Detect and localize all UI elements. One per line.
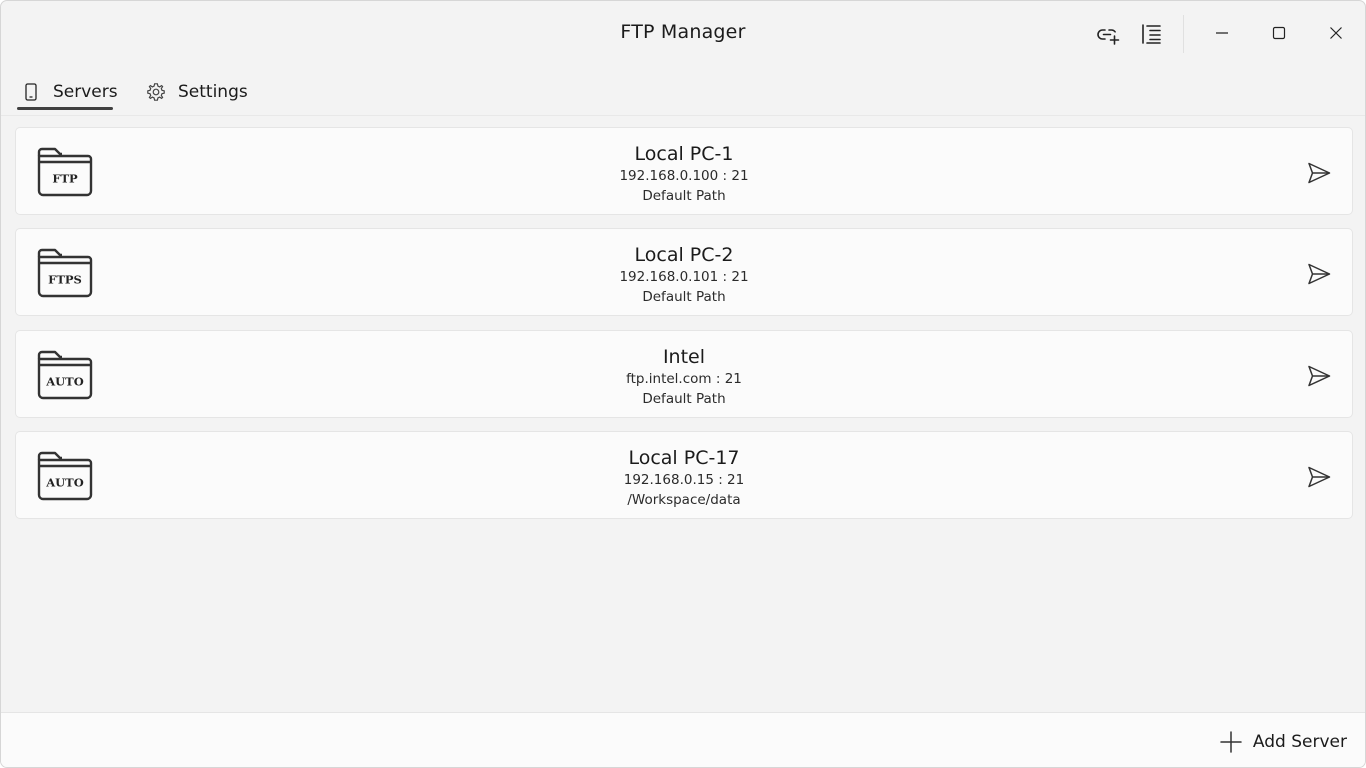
server-info: Local PC-2 192.168.0.101 : 21 Default Pa…: [16, 243, 1352, 307]
tab-settings[interactable]: Settings: [146, 75, 248, 109]
tab-bar: Servers Settings: [1, 67, 1365, 115]
server-info: Local PC-1 192.168.0.100 : 21 Default Pa…: [16, 142, 1352, 206]
server-path: Default Path: [642, 391, 726, 407]
tab-servers[interactable]: Servers: [21, 75, 118, 109]
server-card[interactable]: FTP Local PC-1 192.168.0.100 : 21 Defaul…: [15, 127, 1353, 215]
plus-icon: [1219, 730, 1243, 754]
server-name: Local PC-17: [628, 447, 740, 469]
app-window: FTP Manager Servers Settings FTP Local P…: [0, 0, 1366, 768]
server-path: Default Path: [642, 289, 726, 305]
server-name: Intel: [662, 346, 706, 368]
list-icon[interactable]: [1136, 19, 1166, 49]
tab-servers-label: Servers: [53, 82, 118, 102]
link-add-icon[interactable]: [1093, 19, 1123, 49]
title-bar[interactable]: FTP Manager: [1, 1, 1365, 67]
toolbar-separator: [1183, 15, 1184, 53]
add-server-label: Add Server: [1252, 732, 1347, 752]
send-icon[interactable]: [1304, 462, 1334, 492]
server-path: /Workspace/data: [627, 492, 741, 508]
phone-icon: [21, 82, 41, 102]
tab-settings-label: Settings: [178, 82, 248, 102]
close-icon: [1330, 27, 1342, 39]
tab-selection-indicator: [17, 107, 113, 110]
content-divider: [1, 115, 1365, 116]
server-name: Local PC-2: [634, 244, 734, 266]
minimize-icon: [1216, 32, 1228, 34]
server-card[interactable]: FTPS Local PC-2 192.168.0.101 : 21 Defau…: [15, 228, 1353, 316]
maximize-button[interactable]: [1256, 11, 1302, 55]
server-name: Local PC-1: [634, 143, 734, 165]
send-icon[interactable]: [1304, 259, 1334, 289]
maximize-icon: [1272, 26, 1286, 40]
server-address: 192.168.0.101 : 21: [619, 269, 749, 285]
server-address: 192.168.0.100 : 21: [619, 168, 749, 184]
server-card[interactable]: AUTO Intel ftp.intel.com : 21 Default Pa…: [15, 330, 1353, 418]
send-icon[interactable]: [1304, 158, 1334, 188]
server-card[interactable]: AUTO Local PC-17 192.168.0.15 : 21 /Work…: [15, 431, 1353, 519]
server-info: Intel ftp.intel.com : 21 Default Path: [16, 345, 1352, 409]
send-icon[interactable]: [1304, 361, 1334, 391]
server-address: 192.168.0.15 : 21: [623, 472, 745, 488]
footer-bar: Add Server: [1, 712, 1365, 767]
minimize-button[interactable]: [1199, 11, 1245, 55]
server-path: Default Path: [642, 188, 726, 204]
server-address: ftp.intel.com : 21: [626, 371, 742, 387]
close-button[interactable]: [1313, 11, 1359, 55]
gear-icon: [146, 82, 166, 102]
server-info: Local PC-17 192.168.0.15 : 21 /Workspace…: [16, 446, 1352, 510]
add-server-button[interactable]: Add Server: [1219, 729, 1347, 755]
